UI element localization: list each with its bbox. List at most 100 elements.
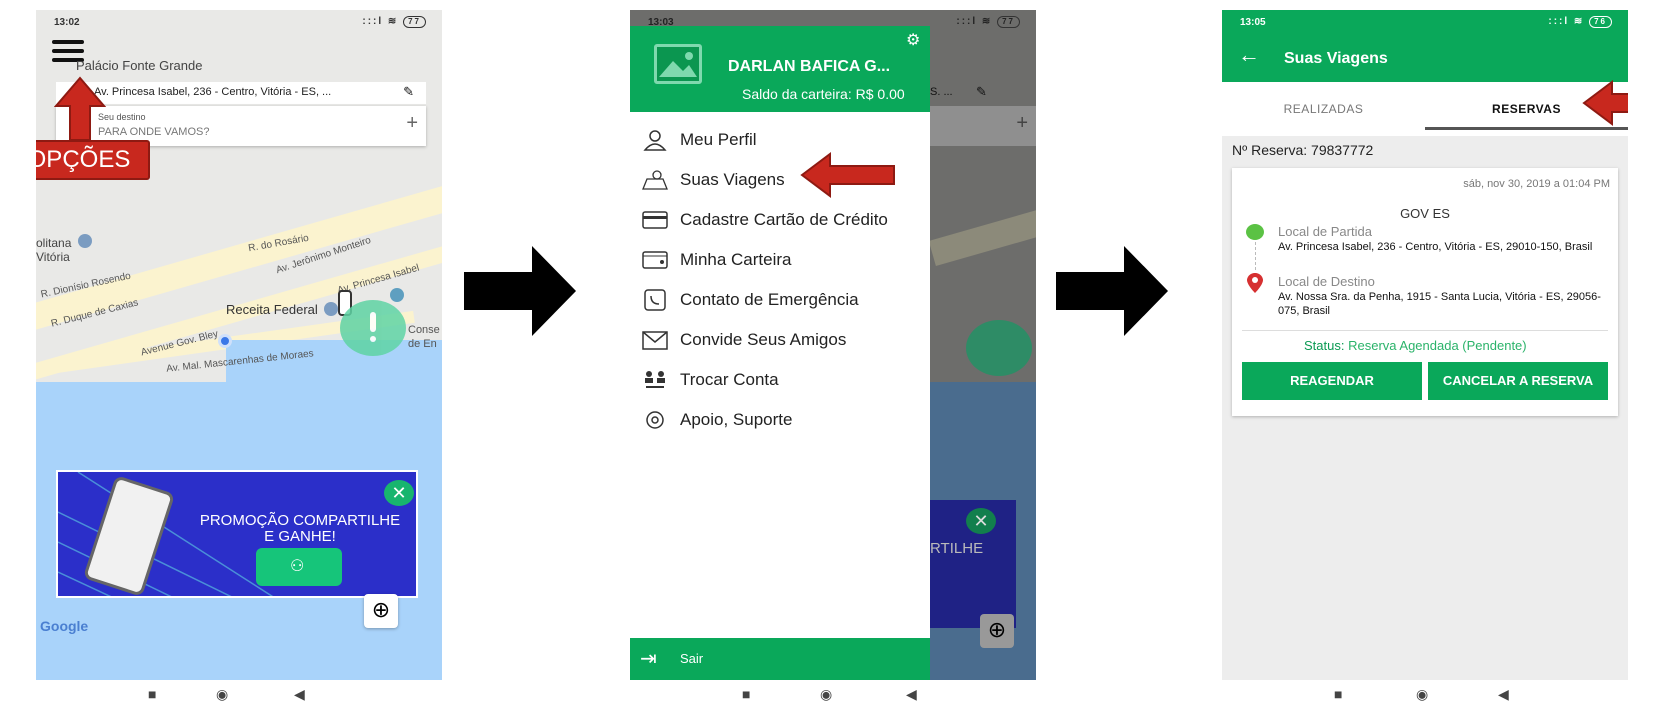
recent-apps-icon[interactable]: ■	[1334, 686, 1342, 702]
menu-item-trocar-conta[interactable]: Trocar Conta	[640, 362, 930, 398]
add-plus-icon[interactable]: +	[406, 112, 418, 135]
menu-item-suporte[interactable]: Apoio, Suporte	[640, 402, 930, 438]
dimmed-location-icon: ⊕	[980, 614, 1014, 648]
menu-item-emergencia[interactable]: Contato de Emergência	[640, 282, 930, 318]
android-nav-bar: ■ ◉ ◀	[1222, 684, 1628, 708]
status-bar: 13:05 :::l ≋ 76	[1222, 10, 1628, 34]
destination-label: Local de Destino	[1278, 274, 1375, 289]
poi-pin-icon	[324, 302, 338, 316]
map-label: olitana	[36, 236, 72, 250]
place-name: Palácio Fonte Grande	[76, 58, 203, 73]
map-label: Receita Federal	[226, 302, 318, 317]
tab-realizadas[interactable]: REALIZADAS	[1222, 88, 1425, 130]
page-title: Suas Viagens	[1284, 50, 1388, 67]
home-icon[interactable]: ◉	[216, 686, 228, 703]
annotation-up-arrow	[54, 76, 106, 141]
settings-gear-icon[interactable]: ⚙	[906, 30, 920, 50]
banner-title: PROMOÇÃO COMPARTILHE	[199, 512, 401, 529]
navigation-drawer: DARLAN BAFICA G... Saldo da carteira: R$…	[630, 26, 930, 680]
home-icon[interactable]: ◉	[1416, 686, 1428, 703]
poi-pin-icon	[78, 234, 92, 248]
home-icon[interactable]: ◉	[820, 686, 832, 703]
map-label: Vitória	[36, 250, 70, 264]
status-time: 13:02	[54, 17, 80, 28]
dimmed-destination-card: +	[930, 106, 1036, 146]
current-location-dot	[218, 334, 232, 348]
annotation-left-arrow	[1582, 80, 1628, 126]
logout-label: Sair	[680, 651, 704, 666]
dimmed-fab	[966, 320, 1032, 376]
origin-dot-icon	[1246, 224, 1264, 240]
menu-item-label: Convide Seus Amigos	[680, 330, 847, 349]
recent-apps-icon[interactable]: ■	[742, 686, 750, 702]
menu-item-label: Cadastre Cartão de Crédito	[680, 210, 888, 229]
options-annotation-label: OPÇÕES	[36, 140, 150, 180]
back-icon[interactable]: ◀	[906, 686, 917, 703]
poi-pin-icon	[390, 288, 404, 302]
route-line	[1255, 242, 1256, 270]
alert-fab-button[interactable]	[340, 300, 406, 356]
cancel-reservation-button[interactable]: CANCELAR A RESERVA	[1428, 362, 1608, 400]
menu-item-label: Minha Carteira	[680, 250, 792, 269]
promo-banner[interactable]: PROMOÇÃO COMPARTILHE E GANHE! ⚇ ✕	[56, 470, 418, 598]
menu-item-label: Contato de Emergência	[680, 290, 859, 309]
user-name: DARLAN BAFICA G...	[728, 58, 891, 75]
logout-button[interactable]: ⇥ Sair	[630, 638, 930, 680]
share-button[interactable]: ⚇	[256, 548, 342, 586]
reservation-card: sáb, nov 30, 2019 a 01:04 PM GOV ES Loca…	[1232, 168, 1618, 416]
back-icon[interactable]: ◀	[294, 686, 305, 703]
company-name: GOV ES	[1400, 206, 1450, 221]
battery-icon: 77	[403, 16, 426, 28]
reserve-number: Nº Reserva: 79837772	[1232, 142, 1373, 158]
trip-map-icon	[640, 169, 670, 191]
origin-field[interactable]: Av. Princesa Isabel, 236 - Centro, Vitór…	[56, 82, 426, 104]
flow-arrow-right	[1056, 246, 1168, 336]
menu-item-cartao[interactable]: Cadastre Cartão de Crédito	[640, 202, 930, 238]
dimmed-edit-icon: ✎	[976, 84, 987, 99]
switch-account-icon	[640, 369, 670, 391]
drawer-header: DARLAN BAFICA G... Saldo da carteira: R$…	[630, 26, 930, 112]
status-time: 13:05	[1240, 17, 1266, 28]
origin-label: Local de Partida	[1278, 224, 1372, 239]
menu-item-carteira[interactable]: Minha Carteira	[640, 242, 930, 278]
divider	[1242, 330, 1608, 331]
avatar-image-icon[interactable]	[654, 44, 702, 84]
banner-subtitle: E GANHE!	[264, 528, 336, 545]
status-label: Status:	[1304, 338, 1345, 353]
map-label: Conse	[408, 324, 440, 336]
back-icon[interactable]: ◀	[1498, 686, 1509, 703]
envelope-icon	[640, 329, 670, 351]
signal-wifi-icon: :::l ≋	[1548, 16, 1585, 27]
reservation-status: Status: Reserva Agendada (Pendente)	[1304, 338, 1527, 353]
reserve-number-value: 79837772	[1311, 142, 1374, 158]
destination-placeholder: PARA ONDE VAMOS?	[98, 126, 210, 138]
status-bar: 13:02 :::l ≋ 77	[36, 10, 442, 34]
close-banner-icon[interactable]: ✕	[384, 480, 414, 506]
status-icons: :::l ≋ 76	[1548, 16, 1612, 28]
signal-wifi-icon: :::l ≋	[956, 16, 993, 27]
google-logo: Google	[40, 618, 89, 634]
origin-address: Av. Princesa Isabel, 236 - Centro, Vitór…	[1278, 241, 1593, 253]
menu-item-label: Suas Viagens	[680, 170, 785, 189]
reservation-date: sáb, nov 30, 2019 a 01:04 PM	[1463, 178, 1610, 190]
dimmed-origin-fragment: S. ...	[930, 86, 953, 98]
phone-trips-screen: 13:05 :::l ≋ 76 ← Suas Viagens REALIZADA…	[1222, 10, 1628, 680]
my-location-icon[interactable]: ⊕	[364, 594, 398, 628]
menu-item-label: Trocar Conta	[680, 370, 779, 389]
reserve-number-label: Nº Reserva:	[1232, 142, 1308, 158]
back-arrow-icon[interactable]: ←	[1238, 42, 1260, 68]
status-value: Reserva Agendada (Pendente)	[1348, 338, 1527, 353]
menu-item-label: Apoio, Suporte	[680, 410, 793, 429]
destination-address: Av. Nossa Sra. da Penha, 1915 - Santa Lu…	[1278, 291, 1601, 317]
edit-pencil-icon[interactable]: ✎	[403, 84, 414, 100]
reschedule-button[interactable]: REAGENDAR	[1242, 362, 1422, 400]
origin-address: Av. Princesa Isabel, 236 - Centro, Vitór…	[94, 86, 332, 98]
share-people-icon: ⚇	[290, 558, 305, 575]
battery-icon: 77	[997, 16, 1020, 28]
wallet-icon	[640, 249, 670, 271]
menu-item-convide[interactable]: Convide Seus Amigos	[640, 322, 930, 358]
user-icon	[640, 129, 670, 151]
wallet-balance: Saldo da carteira: R$ 0.00	[742, 86, 905, 102]
signal-wifi-icon: :::l ≋	[362, 16, 399, 27]
recent-apps-icon[interactable]: ■	[148, 686, 156, 702]
